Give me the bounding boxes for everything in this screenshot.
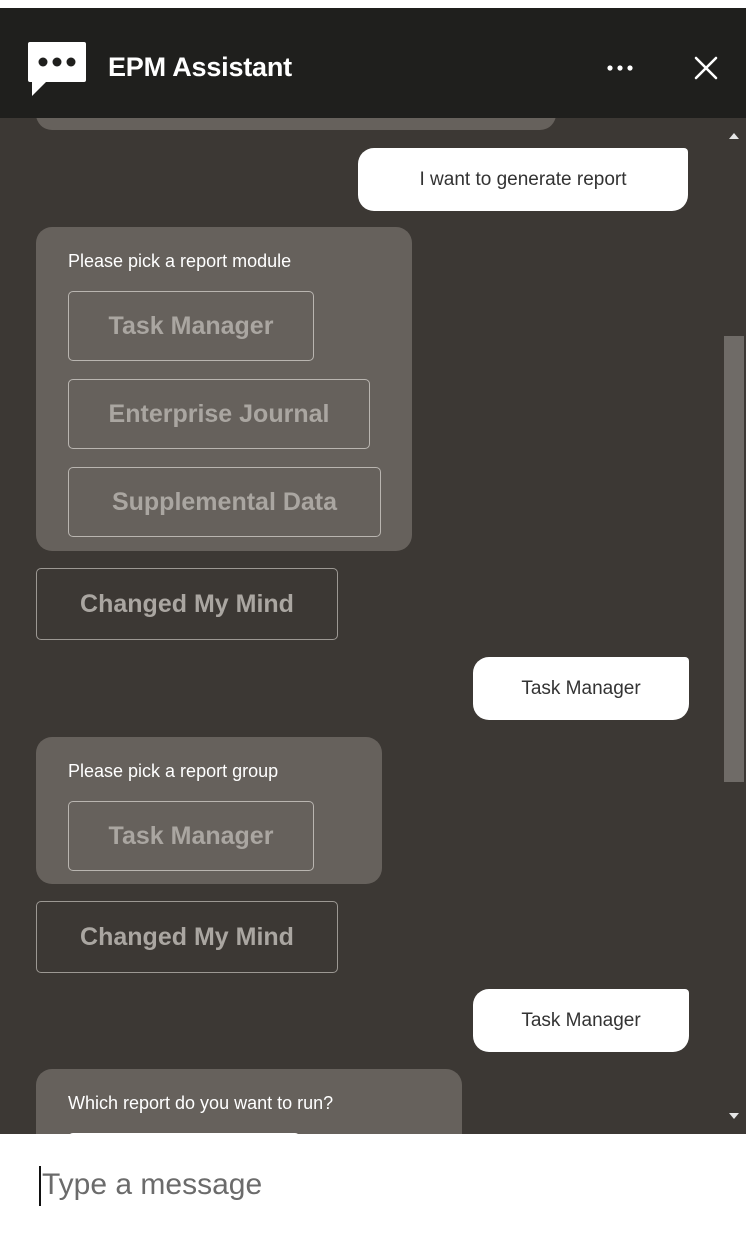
user-message-text: Task Manager <box>521 1009 641 1031</box>
choice-button[interactable]: Enterprise Journal <box>68 379 370 449</box>
bot-message: Please pick a report group Task Manager <box>36 737 382 884</box>
bot-prompt: Which report do you want to run? <box>68 1093 334 1113</box>
user-message: Task Manager <box>473 657 689 720</box>
user-message: Task Manager <box>473 989 689 1052</box>
text-caret <box>39 1166 41 1206</box>
choice-button[interactable]: Task Manager <box>68 291 314 361</box>
message-input[interactable] <box>42 1160 702 1210</box>
changed-my-mind-button[interactable]: Changed My Mind <box>36 901 338 973</box>
scrollbar-thumb[interactable] <box>724 336 744 782</box>
bot-prompt: Please pick a report module <box>68 251 292 271</box>
message-composer <box>0 1134 746 1243</box>
close-icon[interactable] <box>686 48 726 88</box>
chat-bubble-icon <box>28 42 86 96</box>
chat-transcript[interactable]: I want to generate report Please pick a … <box>0 118 746 1134</box>
choice-button[interactable]: Task Manager <box>68 801 314 871</box>
bot-message: Which report do you want to run? <box>36 1069 462 1134</box>
user-message-text: I want to generate report <box>419 168 627 190</box>
user-message-text: Task Manager <box>521 677 641 699</box>
bot-message: Please pick a report module Task Manager… <box>36 227 412 551</box>
scroll-down-arrow-icon[interactable] <box>728 1110 740 1122</box>
bot-prompt: Please pick a report group <box>68 761 279 781</box>
header-bar: EPM Assistant <box>0 8 746 118</box>
more-horizontal-icon[interactable] <box>600 48 640 88</box>
previous-bot-bubble <box>36 118 556 130</box>
choice-button[interactable]: Supplemental Data <box>68 467 381 537</box>
top-strip <box>0 0 746 8</box>
app-title: EPM Assistant <box>108 52 292 82</box>
scroll-up-arrow-icon[interactable] <box>728 130 740 142</box>
changed-my-mind-button[interactable]: Changed My Mind <box>36 568 338 640</box>
user-message: I want to generate report <box>358 148 688 211</box>
